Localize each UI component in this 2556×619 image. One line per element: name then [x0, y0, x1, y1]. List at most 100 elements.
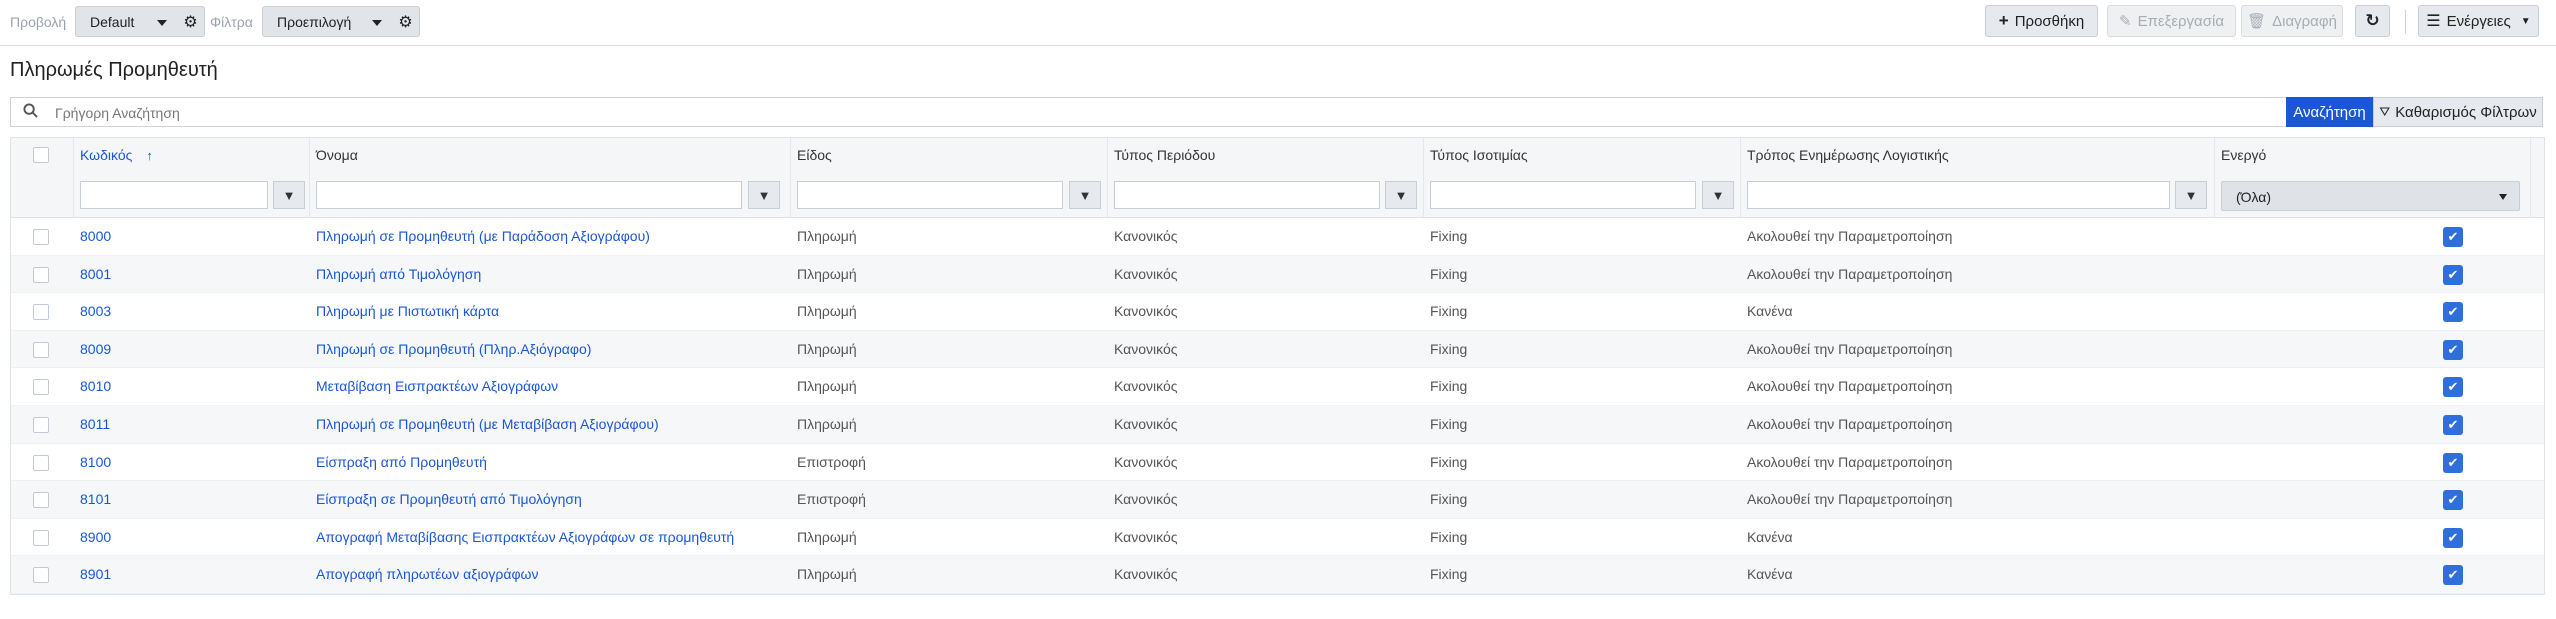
row-select-checkbox[interactable] — [33, 379, 49, 396]
add-button[interactable]: + Προσθήκη — [1985, 5, 2098, 37]
cell-code[interactable]: 8900 — [74, 519, 111, 556]
filter-button-period-type[interactable]: ▼ — [1385, 181, 1417, 209]
checkmark-icon: ✔ — [2447, 416, 2459, 432]
select-all-checkbox[interactable] — [33, 147, 49, 163]
top-toolbar: Προβολή Default ⚙ Φίλτρα Προεπιλογή ⚙ + … — [0, 0, 2556, 46]
cell-name[interactable]: Πληρωμή σε Προμηθευτή (Πληρ.Αξιόγραφο) — [310, 331, 591, 368]
actions-button[interactable]: ☰ Ενέργειες ▼ — [2418, 5, 2539, 37]
filter-button-accounting-update[interactable]: ▼ — [2175, 181, 2207, 209]
table-row[interactable]: 8001 Πληρωμή από Τιμολόγηση Πληρωμή Κανονικ… — [11, 255, 2544, 294]
active-checkbox[interactable]: ✔ — [2443, 377, 2463, 398]
active-checkbox[interactable]: ✔ — [2443, 264, 2463, 285]
cell-period-type: Κανονικός — [1114, 415, 1178, 432]
filter-clear-icon: ⛛ — [2379, 104, 2391, 119]
refresh-button[interactable]: ↻ — [2355, 5, 2390, 37]
cell-period-type: Κανονικός — [1114, 566, 1178, 583]
cell-name[interactable]: Πληρωμή σε Προμηθευτή (με Μεταβίβαση Αξι… — [310, 406, 659, 443]
table-row[interactable]: 8100 Είσπραξη από Προμηθευτή Επιστροφή Κανο… — [11, 444, 2544, 482]
cell-name[interactable]: Μεταβίβαση Εισπρακτέων Αξιογράφων — [310, 368, 558, 405]
view-select[interactable]: Default — [75, 6, 178, 37]
filter-input-kind[interactable] — [797, 181, 1063, 209]
table-row[interactable]: 8901 Απογραφή πληρωτέων αξιογράφων Πληρωμή… — [11, 556, 2544, 594]
row-select-checkbox[interactable] — [33, 341, 49, 358]
cell-period-type: Κανονικός — [1114, 378, 1178, 395]
filter-input-code[interactable] — [80, 181, 268, 209]
cell-name[interactable]: Πληρωμή σε Προμηθευτή (με Παράδοση Αξιογ… — [310, 218, 650, 255]
active-checkbox[interactable]: ✔ — [2443, 302, 2463, 323]
cell-code[interactable]: 8100 — [74, 444, 111, 481]
search-button[interactable]: Αναζήτηση — [2286, 97, 2373, 127]
table-row[interactable]: 8011 Πληρωμή σε Προμηθευτή (με Μεταβίβαση… — [11, 405, 2544, 444]
cell-name[interactable]: Απογραφή Μεταβίβασης Εισπρακτέων Αξιογρά… — [310, 519, 734, 556]
cell-code[interactable]: 8009 — [74, 331, 111, 368]
row-select-checkbox[interactable] — [33, 304, 49, 321]
delete-button[interactable]: 🗑 Διαγραφή — [2241, 5, 2343, 37]
table-row[interactable]: 8010 Μεταβίβαση Εισπρακτέων Αξιογράφων Πλη… — [11, 368, 2544, 406]
filter-button-code[interactable]: ▼ — [273, 181, 305, 209]
column-header-rate-type[interactable]: Τύπος Ισοτιμίας — [1424, 138, 1741, 173]
cell-name[interactable]: Είσπραξη από Προμηθευτή — [310, 444, 487, 481]
clear-filters-button[interactable]: ⛛ Καθαρισμός Φίλτρων — [2373, 97, 2543, 127]
filter-select-active-value: (Όλα) — [2236, 189, 2272, 205]
cell-code[interactable]: 8001 — [74, 256, 111, 293]
column-header-name[interactable]: Όνομα — [310, 138, 791, 173]
cell-rate-type: Fixing — [1430, 378, 1468, 395]
edit-button[interactable]: ✎ Επεξεργασία — [2107, 5, 2236, 37]
row-select-checkbox[interactable] — [33, 492, 49, 509]
filter-icon: ▼ — [282, 187, 296, 203]
table-row[interactable]: 8003 Πληρωμή με Πιστωτική κάρτα Πληρωμή Καν… — [11, 293, 2544, 331]
filter-button-kind[interactable]: ▼ — [1069, 181, 1101, 209]
filter-label: Φίλτρα — [210, 14, 253, 30]
cell-name[interactable]: Πληρωμή με Πιστωτική κάρτα — [310, 293, 499, 330]
row-select-checkbox[interactable] — [33, 567, 49, 584]
cell-code[interactable]: 8011 — [74, 406, 110, 443]
filter-button-name[interactable]: ▼ — [748, 181, 780, 209]
active-checkbox[interactable]: ✔ — [2443, 452, 2463, 473]
table-row[interactable]: 8101 Είσπραξη σε Προμηθευτή από Τιμολόγησ… — [11, 481, 2544, 519]
cell-rate-type: Fixing — [1430, 228, 1468, 244]
active-checkbox[interactable]: ✔ — [2443, 527, 2463, 548]
filter-input-rate-type[interactable] — [1430, 181, 1696, 209]
active-checkbox[interactable]: ✔ — [2443, 227, 2463, 247]
column-header-kind[interactable]: Είδος — [791, 138, 1108, 173]
cell-code[interactable]: 8010 — [74, 368, 111, 405]
cell-code[interactable]: 8901 — [74, 556, 111, 593]
column-header-period-type[interactable]: Τύπος Περιόδου — [1108, 138, 1424, 173]
cell-kind: Επιστροφή — [797, 491, 866, 508]
filter-cell-active: (Όλα) — [2215, 173, 2531, 217]
row-select-checkbox[interactable] — [33, 229, 49, 245]
filter-input-name[interactable] — [316, 181, 742, 209]
column-header-code[interactable]: Κωδικός ↑ — [74, 138, 310, 173]
cell-code[interactable]: 8003 — [74, 293, 111, 330]
checkmark-icon: ✔ — [2447, 529, 2459, 545]
cell-kind: Πληρωμή — [797, 566, 857, 583]
checkmark-icon: ✔ — [2447, 379, 2459, 395]
table-row[interactable]: 8900 Απογραφή Μεταβίβασης Εισπρακτέων Αξι… — [11, 519, 2544, 557]
filter-input-period-type[interactable] — [1114, 181, 1380, 209]
filter-select-active[interactable]: (Όλα) — [2221, 181, 2520, 211]
cell-name[interactable]: Πληρωμή από Τιμολόγηση — [310, 256, 481, 293]
cell-code[interactable]: 8000 — [74, 218, 111, 255]
row-select-checkbox[interactable] — [33, 266, 49, 283]
active-checkbox[interactable]: ✔ — [2443, 490, 2463, 511]
filter-button-rate-type[interactable]: ▼ — [1702, 181, 1734, 209]
active-checkbox[interactable]: ✔ — [2443, 339, 2463, 360]
quick-search-input[interactable] — [53, 102, 2257, 124]
cell-name[interactable]: Είσπραξη σε Προμηθευτή από Τιμολόγηση — [310, 481, 582, 518]
filter-settings-button[interactable]: ⚙ — [392, 6, 420, 37]
row-select-checkbox[interactable] — [33, 454, 49, 471]
active-checkbox[interactable]: ✔ — [2443, 414, 2463, 435]
view-settings-button[interactable]: ⚙ — [177, 6, 205, 37]
cell-code[interactable]: 8101 — [74, 481, 111, 518]
filter-select[interactable]: Προεπιλογή — [262, 6, 393, 37]
row-select-checkbox[interactable] — [33, 529, 49, 546]
active-checkbox[interactable]: ✔ — [2443, 565, 2463, 586]
column-header-active[interactable]: Ενεργό — [2215, 138, 2531, 173]
table-row[interactable]: 8000 Πληρωμή σε Προμηθευτή (με Παράδοση Α… — [11, 218, 2544, 256]
table-row[interactable]: 8009 Πληρωμή σε Προμηθευτή (Πληρ.Αξιόγραφ… — [11, 330, 2544, 369]
cell-name[interactable]: Απογραφή πληρωτέων αξιογράφων — [310, 556, 538, 593]
gear-icon: ⚙ — [398, 13, 413, 31]
filter-input-accounting-update[interactable] — [1747, 181, 2170, 209]
row-select-checkbox[interactable] — [33, 416, 49, 433]
column-header-accounting-update[interactable]: Τρόπος Ενημέρωσης Λογιστικής — [1741, 138, 2215, 173]
